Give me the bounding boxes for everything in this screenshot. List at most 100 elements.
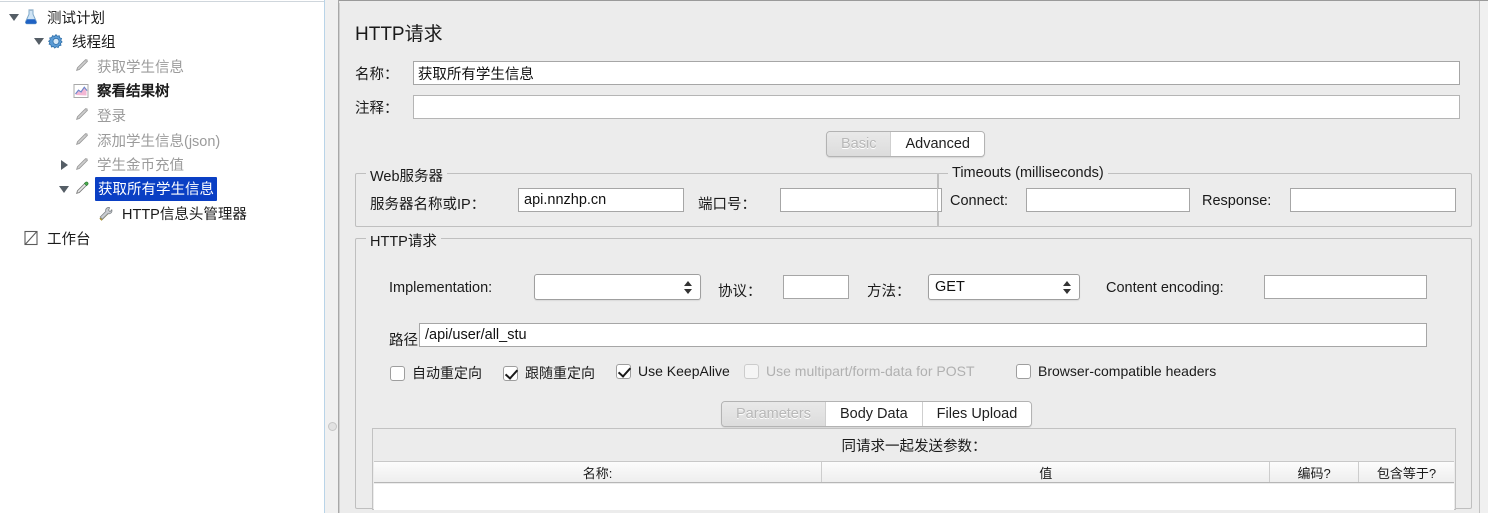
- parameters-caption: 同请求一起发送参数：: [841, 439, 987, 455]
- chevron-right-icon[interactable]: [56, 157, 72, 173]
- chevron-updown-icon: [682, 275, 694, 299]
- tab-advanced[interactable]: Advanced: [891, 132, 984, 156]
- path-input[interactable]: /api/user/all_stu: [419, 323, 1427, 347]
- checkbox-label: 跟随重定向: [525, 365, 595, 381]
- gear-icon: [47, 33, 65, 51]
- tab-body-data[interactable]: Body Data: [825, 402, 923, 426]
- tree-item[interactable]: 登录: [56, 103, 128, 127]
- response-timeout-input[interactable]: [1290, 188, 1456, 212]
- header-manager-icon: [97, 205, 115, 223]
- tree-item[interactable]: 获取学生信息: [56, 54, 186, 78]
- tree-item[interactable]: 线程组: [31, 30, 118, 54]
- connect-timeout-input[interactable]: [1026, 188, 1190, 212]
- checkbox-unchecked-icon[interactable]: [390, 365, 405, 381]
- method-label: 方法：: [867, 284, 911, 300]
- name-input[interactable]: 获取所有学生信息: [412, 61, 1460, 85]
- name-row: 名称： 获取所有学生信息: [355, 61, 1460, 85]
- data-tabstrip[interactable]: Parameters Body Data Files Upload: [721, 401, 1033, 427]
- parameters-table-header: 名称: 值编码? 包含等于?: [374, 461, 1454, 483]
- http-sampler-icon: [72, 180, 90, 198]
- tree-item[interactable]: HTTP信息头管理器: [81, 202, 249, 226]
- protocol-input[interactable]: [783, 275, 849, 299]
- tree-item[interactable]: 工作台: [6, 226, 93, 250]
- timeouts-group: Timeouts (milliseconds) Connect: Respons…: [937, 165, 1472, 227]
- chevron-down-icon[interactable]: [31, 34, 47, 50]
- method-combo[interactable]: GET: [928, 274, 1080, 300]
- comment-label: 注释：: [355, 100, 399, 117]
- tab-files-upload[interactable]: Files Upload: [922, 402, 1032, 426]
- tree-item[interactable]: 察看结果树: [56, 79, 172, 103]
- http-sampler-icon: [72, 57, 90, 75]
- web-server-group: Web服务器 服务器名称或IP： api.nnzhp.cn 端口号：: [355, 165, 942, 227]
- splitter-grip-icon[interactable]: [328, 422, 337, 431]
- tree-item-label: HTTP信息头管理器: [122, 207, 247, 224]
- tree-item[interactable]: 测试计划: [6, 5, 107, 29]
- panel-splitter[interactable]: [325, 0, 339, 513]
- tree-toggle-spacer: [56, 107, 72, 123]
- tree-item-label: 获取学生信息: [97, 59, 184, 76]
- tree-item[interactable]: 获取所有学生信息: [56, 177, 217, 202]
- tree-item[interactable]: 添加学生信息(json): [56, 128, 222, 152]
- timeouts-group-title: Timeouts (milliseconds): [948, 165, 1108, 181]
- tab-basic[interactable]: Basic: [827, 132, 892, 156]
- checkbox-label: Browser-compatible headers: [1038, 363, 1217, 379]
- tree-item-label: 测试计划: [47, 10, 105, 27]
- tree-item-label: 察看结果树: [97, 84, 170, 101]
- tree-toggle-spacer: [6, 230, 22, 246]
- tree-top-border: [0, 0, 324, 2]
- port-label: 端口号：: [698, 197, 756, 213]
- chevron-down-icon[interactable]: [6, 9, 22, 25]
- http-request-editor: HTTP请求 名称： 获取所有学生信息 注释： Basic Advanced W…: [339, 0, 1488, 513]
- tree-item-label: 添加学生信息(json): [97, 133, 221, 150]
- parameters-table-body[interactable]: [374, 484, 1454, 510]
- method-combo-value: GET: [935, 279, 965, 295]
- checkbox-checked-icon[interactable]: [503, 365, 518, 381]
- results-tree-icon: [72, 82, 90, 100]
- server-name-input[interactable]: api.nnzhp.cn: [518, 188, 684, 212]
- mode-tabstrip[interactable]: Basic Advanced: [826, 131, 985, 157]
- checkbox-1[interactable]: 跟随重定向: [503, 363, 595, 383]
- port-input[interactable]: [780, 188, 942, 212]
- tree-item-label: 学生金币充值: [97, 158, 184, 175]
- implementation-label: Implementation:: [389, 280, 493, 296]
- tree-toggle-spacer: [56, 132, 72, 148]
- tree-toggle-spacer: [81, 206, 97, 222]
- web-server-group-title: Web服务器: [366, 165, 448, 186]
- flask-icon: [22, 8, 40, 26]
- http-sampler-icon: [72, 131, 90, 149]
- column-header[interactable]: 包含等于?: [1359, 462, 1454, 482]
- test-plan-tree[interactable]: 测试计划线程组获取学生信息 察看结果树登录添加学生信息(json) 学生金币充值获取…: [0, 0, 325, 513]
- http-request-group: HTTP请求 Implementation: 协议： 方法： GET Conte…: [355, 230, 1472, 510]
- checkbox-unchecked-icon[interactable]: [1016, 363, 1031, 379]
- tree-toggle-spacer: [56, 83, 72, 99]
- content-encoding-input[interactable]: [1264, 275, 1427, 299]
- http-sampler-icon: [72, 106, 90, 124]
- comment-input[interactable]: [412, 95, 1460, 119]
- checkbox-2[interactable]: Use KeepAlive: [616, 363, 730, 379]
- checkbox-label: Use KeepAlive: [638, 363, 730, 379]
- content-encoding-label: Content encoding:: [1106, 280, 1224, 296]
- tree-item-label: 登录: [97, 108, 126, 125]
- implementation-combo[interactable]: [534, 274, 701, 300]
- checkbox-4[interactable]: Browser-compatible headers: [1016, 363, 1216, 379]
- parameters-panel: 同请求一起发送参数： 名称: 值编码? 包含等于?: [372, 428, 1456, 510]
- server-name-label: 服务器名称或IP：: [370, 197, 486, 213]
- right-scroll-edge[interactable]: [1479, 1, 1488, 513]
- checkbox-0[interactable]: 自动重定向: [390, 363, 482, 383]
- checkbox-checked-icon[interactable]: [616, 363, 631, 379]
- tree-toggle-spacer: [56, 58, 72, 74]
- tree-item[interactable]: 学生金币充值: [56, 153, 186, 177]
- http-request-group-title: HTTP请求: [366, 230, 441, 251]
- connect-timeout-label: Connect:: [950, 193, 1009, 209]
- column-header[interactable]: 编码?: [1270, 462, 1359, 482]
- chevron-down-icon[interactable]: [56, 181, 72, 197]
- checkbox-label: 自动重定向: [412, 365, 482, 381]
- tree-item-label: 线程组: [72, 35, 116, 52]
- chevron-updown-icon: [1061, 275, 1073, 299]
- protocol-label: 协议：: [718, 284, 762, 300]
- tree-item-label: 获取所有学生信息: [95, 177, 217, 202]
- column-header[interactable]: 值: [822, 462, 1271, 482]
- tab-parameters[interactable]: Parameters: [722, 402, 826, 426]
- comment-row: 注释：: [355, 95, 1460, 119]
- column-header[interactable]: 名称:: [374, 462, 823, 482]
